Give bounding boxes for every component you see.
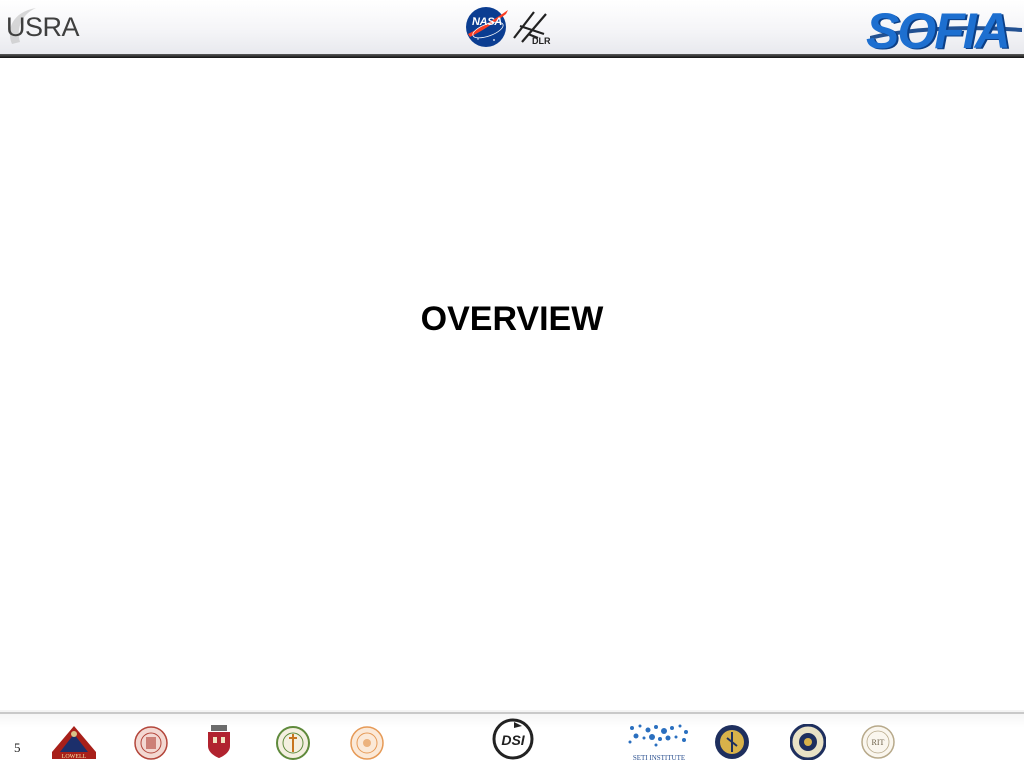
dlr-logo-text: DLR <box>532 36 551 46</box>
footer-divider <box>0 712 1024 714</box>
university-seal-navy-logo-icon <box>790 724 826 760</box>
slide-title: OVERVIEW <box>0 300 1024 339</box>
dsi-logo-label: DSI <box>501 732 525 748</box>
rit-logo-icon: RIT <box>861 725 895 759</box>
usra-logo-text: USRA <box>6 12 80 42</box>
lowell-logo-label: LOWELL <box>62 754 87 760</box>
seti-logo-label: SETI INSTITUTE <box>633 754 685 762</box>
page-number: 5 <box>14 740 21 755</box>
slide-title-text: OVERVIEW <box>420 300 604 338</box>
cornell-seal-logo-icon <box>134 726 168 760</box>
dsi-logo-icon: DSI <box>492 718 534 760</box>
rit-logo-label: RIT <box>872 738 885 747</box>
university-seal-green-logo-icon <box>276 726 310 760</box>
nasa-logo-text: NASA <box>472 16 502 28</box>
seti-institute-logo-icon: SETI INSTITUTE <box>628 724 688 762</box>
lowell-observatory-logo-icon: LOWELL <box>52 726 96 760</box>
university-seal-orange-logo-icon <box>350 726 384 760</box>
university-shield-logo-icon <box>208 725 230 758</box>
university-seal-gold-logo-icon <box>715 725 749 759</box>
sofia-logo-text: SOFIA <box>866 3 1011 59</box>
